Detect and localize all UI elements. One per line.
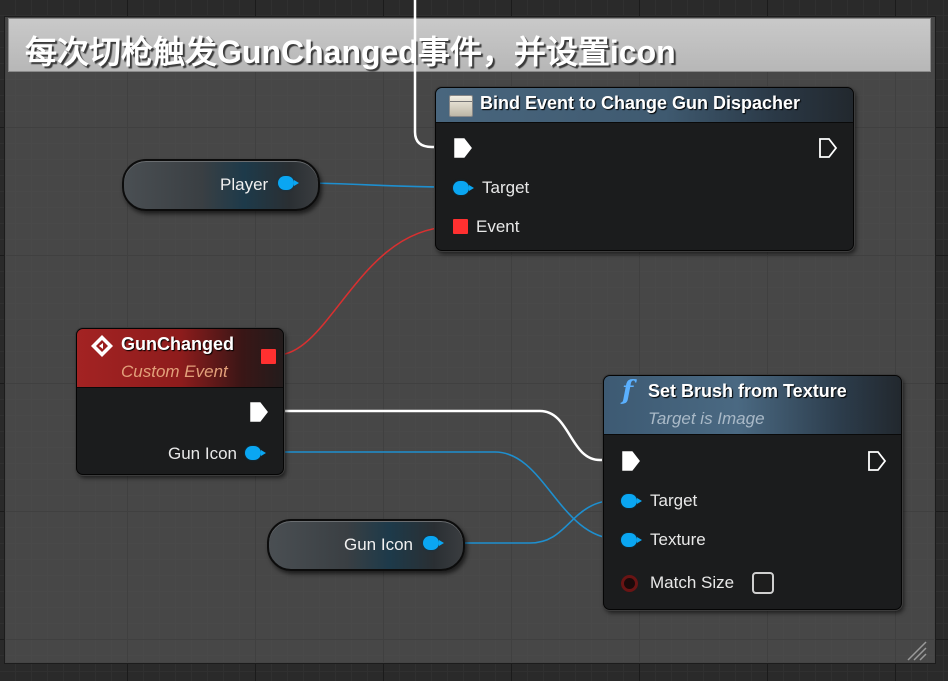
exec-in-pin[interactable] bbox=[621, 450, 641, 472]
delegate-icon bbox=[449, 95, 473, 117]
set-brush-subtitle: Target is Image bbox=[648, 409, 765, 428]
gun-changed-event-node[interactable]: GunChanged Custom Event Gun Icon bbox=[76, 328, 284, 475]
function-icon: f bbox=[622, 376, 634, 406]
gun-changed-subtitle: Custom Event bbox=[121, 362, 228, 381]
player-output-pin[interactable] bbox=[278, 176, 299, 190]
exec-in-pin[interactable] bbox=[453, 137, 473, 159]
player-variable-node[interactable]: Player bbox=[122, 159, 320, 211]
gun-icon-var-label: Gun Icon bbox=[344, 535, 413, 554]
set-brush-from-texture-node[interactable]: f Set Brush from Texture Target is Image… bbox=[603, 375, 902, 610]
set-brush-title: Set Brush from Texture bbox=[648, 381, 847, 401]
gun-icon-var-target-wire bbox=[442, 499, 619, 544]
gun-icon-output-pin[interactable] bbox=[245, 446, 266, 460]
comment-resize-grip-icon[interactable] bbox=[906, 640, 928, 662]
gun-changed-header[interactable]: GunChanged Custom Event bbox=[77, 329, 283, 388]
gun-icon-var-output-pin[interactable] bbox=[423, 536, 444, 550]
bind-event-title: Bind Event to Change Gun Dispacher bbox=[480, 93, 801, 113]
bind-event-header[interactable]: Bind Event to Change Gun Dispacher bbox=[436, 88, 853, 123]
event-diamond-icon bbox=[91, 335, 113, 357]
event-pin-label: Event bbox=[476, 217, 520, 236]
bind-event-node[interactable]: Bind Event to Change Gun Dispacher Targe… bbox=[435, 87, 854, 251]
match-size-label: Match Size bbox=[650, 573, 735, 592]
match-size-pin[interactable] bbox=[621, 575, 638, 592]
delegate-wire bbox=[276, 226, 453, 356]
target-pin[interactable] bbox=[453, 181, 474, 195]
target-pin-label: Target bbox=[482, 178, 530, 197]
match-size-checkbox[interactable] bbox=[752, 572, 774, 594]
event-pin[interactable] bbox=[453, 219, 468, 234]
exec-out-pin[interactable] bbox=[818, 137, 838, 159]
target-pin[interactable] bbox=[621, 494, 642, 508]
gun-changed-title: GunChanged bbox=[121, 334, 234, 354]
gun-icon-output-label: Gun Icon bbox=[168, 444, 237, 463]
gun-icon-variable-node[interactable]: Gun Icon bbox=[267, 519, 465, 571]
exec-out-pin[interactable] bbox=[867, 450, 887, 472]
player-label: Player bbox=[220, 175, 269, 194]
texture-pin[interactable] bbox=[621, 533, 642, 547]
texture-pin-label: Texture bbox=[650, 530, 706, 549]
exec-out-pin[interactable] bbox=[249, 401, 269, 423]
delegate-output-pin[interactable] bbox=[261, 349, 276, 364]
set-brush-header[interactable]: f Set Brush from Texture Target is Image bbox=[604, 376, 901, 435]
target-pin-label: Target bbox=[650, 491, 698, 510]
